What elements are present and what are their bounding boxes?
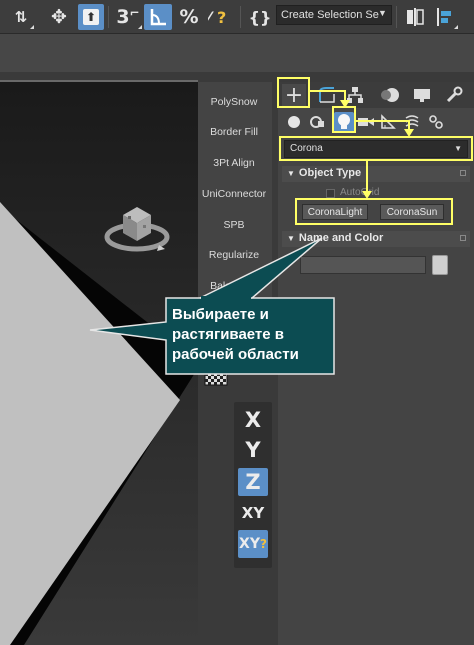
category-cameras[interactable] xyxy=(356,112,376,132)
category-geometry[interactable] xyxy=(284,112,304,132)
corona-light-button[interactable]: CoronaLight xyxy=(302,204,368,220)
viewport-border xyxy=(0,80,198,82)
helpers-icon xyxy=(381,114,396,129)
selection-set-dropdown[interactable]: Create Selection Se xyxy=(276,5,392,25)
axis-z-button[interactable]: Z xyxy=(238,468,268,496)
tab-modify[interactable] xyxy=(316,84,338,106)
svg-text:⁄: ⁄ xyxy=(208,8,214,27)
tab-hierarchy[interactable] xyxy=(344,84,366,106)
axis-x-label: X xyxy=(244,408,262,432)
rollout-pin-icon xyxy=(460,170,466,176)
utility-uniconnector[interactable]: UniConnector xyxy=(198,188,270,200)
axis-y-button[interactable]: Y xyxy=(238,436,268,464)
category-lights[interactable] xyxy=(334,112,354,132)
tab-display[interactable] xyxy=(410,84,434,106)
object-type-rollout-header[interactable]: ▼ Object Type xyxy=(282,166,470,182)
main-toolbar: ⇅ ✥ ⬆ 3 ⌐ % ⁄? {} Create Selection Se ▼ xyxy=(0,0,474,34)
corona-sun-label: CoronaSun xyxy=(386,206,438,218)
percent-label: % xyxy=(179,6,199,28)
object-color-swatch[interactable] xyxy=(432,255,448,275)
object-name-field[interactable] xyxy=(300,256,426,274)
rollout-collapse-icon: ▼ xyxy=(287,234,295,243)
align-icon[interactable] xyxy=(432,4,458,30)
mirror-icon[interactable] xyxy=(402,4,428,30)
tab-create[interactable]: + xyxy=(282,82,306,108)
rollout-collapse-icon: ▼ xyxy=(287,169,295,178)
geometry-icon xyxy=(288,116,300,128)
axis-xy-flyout-button[interactable]: XY? xyxy=(238,530,268,558)
percent-snap-icon[interactable]: % xyxy=(176,4,202,30)
lights-icon xyxy=(338,114,350,129)
corona-light-label: CoronaLight xyxy=(307,206,363,218)
callout-text: Выбираете и растягиваете в рабочей облас… xyxy=(172,306,299,363)
axis-constraints-toolbar: X Y Z XY XY? xyxy=(234,402,272,568)
category-shapes[interactable] xyxy=(308,112,328,132)
motion-icon xyxy=(381,88,399,102)
viewport[interactable] xyxy=(0,82,198,645)
spinner-snap-icon[interactable]: ⁄? xyxy=(206,4,236,30)
axis-xy-flyout-label: XY xyxy=(239,536,260,552)
hierarchy-icon xyxy=(347,87,363,103)
category-systems[interactable] xyxy=(426,112,446,132)
chevron-down-icon: ▼ xyxy=(454,144,462,153)
axis-x-button[interactable]: X xyxy=(238,406,268,434)
utility-bakeanim[interactable]: BakeAnim xyxy=(198,280,270,292)
select-and-link-icon[interactable]: ⇅ xyxy=(8,4,34,30)
ribbon-strip xyxy=(0,34,474,72)
renderer-category-value: Corona xyxy=(290,143,323,154)
autogrid-checkbox[interactable] xyxy=(326,189,335,198)
select-and-move-icon[interactable]: ✥ xyxy=(46,4,72,30)
edit-named-selection-icon[interactable]: {} xyxy=(247,4,273,30)
tab-utilities[interactable] xyxy=(442,84,466,106)
flyout-marker-icon: ? xyxy=(259,537,267,551)
braces-label: {} xyxy=(248,7,272,27)
tab-motion[interactable] xyxy=(378,84,402,106)
angle-snap-icon[interactable] xyxy=(144,4,172,30)
axis-y-label: Y xyxy=(245,438,261,462)
display-icon xyxy=(414,89,430,102)
viewport-scene xyxy=(0,202,198,645)
svg-text:?: ? xyxy=(217,8,226,27)
viewcube[interactable] xyxy=(103,187,183,257)
selection-set-value: Create Selection Se xyxy=(281,9,379,21)
autogrid-label: AutoGrid xyxy=(340,187,380,198)
command-panel-tabs: + xyxy=(278,82,474,108)
utilities-icon xyxy=(446,86,463,103)
category-space-warps[interactable] xyxy=(402,112,422,132)
category-helpers[interactable] xyxy=(378,112,398,132)
axis-xy-button[interactable]: XY xyxy=(238,499,268,527)
create-icon: + xyxy=(284,82,304,108)
utility-regularize[interactable]: Regularize xyxy=(198,249,270,261)
cameras-icon xyxy=(358,118,374,126)
utility-3pt-align[interactable]: 3Pt Align xyxy=(198,157,270,169)
chevron-down-icon[interactable]: ▼ xyxy=(378,8,387,18)
utility-polysnow[interactable]: PolySnow xyxy=(198,96,270,108)
space-warps-icon xyxy=(405,115,419,127)
object-type-title: Object Type xyxy=(298,167,362,179)
corona-sun-button[interactable]: CoronaSun xyxy=(380,204,444,220)
select-by-name-icon[interactable]: ⬆ xyxy=(78,4,104,30)
name-color-rollout-header[interactable]: ▼ Name and Color xyxy=(282,231,470,247)
utility-border-fill[interactable]: Border Fill xyxy=(198,126,270,138)
axis-z-label: Z xyxy=(245,470,261,494)
name-color-title: Name and Color xyxy=(298,232,384,244)
utility-spb[interactable]: SPB xyxy=(198,219,270,231)
snap-3d-label: 3 xyxy=(116,6,130,28)
axis-xy-label: XY xyxy=(241,504,265,522)
renderer-category-dropdown[interactable]: Corona ▼ xyxy=(284,140,468,158)
systems-icon xyxy=(429,115,443,129)
create-categories xyxy=(278,108,474,136)
modify-icon xyxy=(319,87,335,103)
shapes-icon xyxy=(310,116,324,128)
checker-icon[interactable] xyxy=(204,372,228,386)
snaps-toggle-3d-icon[interactable]: 3 ⌐ xyxy=(114,4,142,30)
rollout-pin-icon xyxy=(460,235,466,241)
